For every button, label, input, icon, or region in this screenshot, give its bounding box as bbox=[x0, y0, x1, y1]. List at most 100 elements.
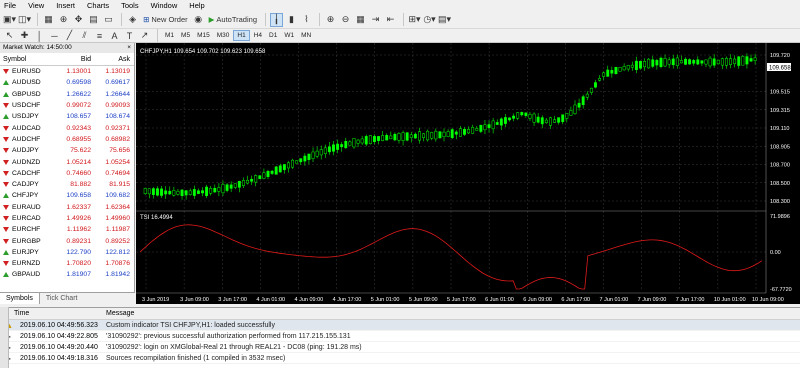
profiles-icon[interactable]: ◫▾ bbox=[18, 13, 31, 27]
tile-windows-icon[interactable]: ▦ bbox=[354, 13, 367, 27]
candle-body bbox=[602, 72, 606, 77]
log-time: ▪ 2019.06.10 04:49:18.316 bbox=[0, 354, 100, 363]
navigator-icon[interactable]: ✥ bbox=[72, 13, 85, 27]
candle-body bbox=[393, 133, 397, 141]
text-label-icon[interactable]: T bbox=[123, 29, 136, 43]
signals-icon[interactable]: ◉ bbox=[192, 13, 205, 27]
fibonacci-icon[interactable]: ≡ bbox=[93, 29, 106, 43]
market-watch-row[interactable]: EURCHF 1.11962 1.11987 bbox=[0, 224, 134, 235]
candle-body bbox=[540, 117, 544, 125]
trendline-icon[interactable]: ╱ bbox=[63, 29, 76, 43]
market-watch-row[interactable]: AUDUSD 0.69598 0.69617 bbox=[0, 77, 134, 88]
market-watch-row[interactable]: USDCHF 0.99072 0.99093 bbox=[0, 100, 134, 111]
symbol-cell: GBPAUD bbox=[0, 271, 50, 278]
market-watch-row[interactable]: USDJPY 108.657 108.674 bbox=[0, 111, 134, 122]
candle-body bbox=[499, 118, 503, 126]
vertical-line-icon[interactable]: │ bbox=[33, 29, 46, 43]
menu-insert[interactable]: Insert bbox=[56, 0, 75, 11]
bar-chart-icon[interactable]: ╽ bbox=[270, 12, 283, 27]
chart-shift-icon[interactable]: ⇤ bbox=[384, 13, 397, 27]
data-window-icon[interactable]: ⊕ bbox=[57, 13, 70, 27]
market-watch-row[interactable]: EURCAD 1.49926 1.49960 bbox=[0, 213, 134, 224]
market-watch-row[interactable]: EURAUD 1.62337 1.62364 bbox=[0, 202, 134, 213]
ask-cell: 1.26644 bbox=[105, 90, 130, 98]
timeframe-h4[interactable]: H4 bbox=[251, 31, 265, 40]
market-watch-row[interactable]: CHFJPY 109.658 109.682 bbox=[0, 190, 134, 201]
timeframe-m5[interactable]: M5 bbox=[178, 31, 193, 40]
price-chart[interactable]: CHFJPY,H1 109.654 109.702 109.623 109.65… bbox=[136, 43, 800, 304]
horizontal-line-icon[interactable]: ─ bbox=[48, 29, 61, 43]
tab-symbols[interactable]: Symbols bbox=[0, 293, 40, 304]
market-watch-row[interactable]: GBPAUD 1.81907 1.81942 bbox=[0, 269, 134, 280]
market-watch-row[interactable]: GBPUSD 1.26622 1.26644 bbox=[0, 89, 134, 100]
arrows-icon[interactable]: ↗ bbox=[138, 29, 151, 43]
auto-scroll-icon[interactable]: ⇥ bbox=[369, 13, 382, 27]
autotrading-icon: ▶ bbox=[208, 15, 215, 24]
timeframe-m1[interactable]: M1 bbox=[162, 31, 177, 40]
candle-body bbox=[667, 59, 671, 65]
log-row[interactable]: ▪ 2019.06.10 04:49:18.316 Sources recompil… bbox=[0, 353, 800, 364]
autotrading-button[interactable]: ▶ AutoTrading bbox=[207, 13, 259, 27]
column-symbol[interactable]: Symbol bbox=[0, 56, 50, 63]
menu-view[interactable]: View bbox=[28, 0, 44, 11]
menu-tools[interactable]: Tools bbox=[121, 0, 139, 11]
ask-cell: 0.74694 bbox=[105, 169, 130, 177]
log-row[interactable]: ▲ 2019.06.10 04:49:56.323 Custom indicator… bbox=[0, 320, 800, 331]
market-watch-row[interactable]: AUDJPY 75.622 75.656 bbox=[0, 145, 134, 156]
crosshair-icon[interactable]: ✚ bbox=[18, 29, 31, 43]
market-watch-row[interactable]: CADJPY 81.882 81.915 bbox=[0, 179, 134, 190]
strategy-tester-icon[interactable]: ▭ bbox=[102, 13, 115, 27]
column-ask[interactable]: Ask bbox=[93, 56, 133, 63]
log-row[interactable]: ▪ 2019.06.10 04:49:20.440 '31090292': logi… bbox=[0, 342, 800, 353]
log-time-text: 2019.06.10 04:49:18.316 bbox=[20, 354, 98, 362]
bid-cell: 81.882 bbox=[70, 181, 91, 189]
tab-tick-chart[interactable]: Tick Chart bbox=[40, 293, 84, 304]
column-message[interactable]: Message bbox=[100, 310, 134, 317]
menu-window[interactable]: Window bbox=[151, 0, 178, 11]
menu-file[interactable]: File bbox=[4, 0, 16, 11]
menu-help[interactable]: Help bbox=[189, 0, 204, 11]
close-icon[interactable]: × bbox=[127, 43, 131, 53]
menu-charts[interactable]: Charts bbox=[87, 0, 109, 11]
new-chart-icon[interactable]: ▣▾ bbox=[3, 13, 16, 27]
market-watch-row[interactable]: CADCHF 0.74660 0.74694 bbox=[0, 168, 134, 179]
market-watch-icon[interactable]: ▦ bbox=[42, 13, 55, 27]
indicators-icon[interactable]: ⊞▾ bbox=[408, 13, 421, 27]
log-row[interactable]: ▪ 2019.06.10 04:49:22.805 '31090292': prev… bbox=[0, 331, 800, 342]
zoom-out-icon[interactable]: ⊖ bbox=[339, 13, 352, 27]
templates-icon[interactable]: ▤▾ bbox=[438, 13, 451, 27]
market-watch-row[interactable]: EURUSD 1.13001 1.13019 bbox=[0, 66, 134, 77]
metaeditor-icon[interactable]: ◈ bbox=[126, 13, 139, 27]
timeframe-mn[interactable]: MN bbox=[298, 31, 314, 40]
market-watch-row[interactable]: AUDNZD 1.05214 1.05254 bbox=[0, 156, 134, 167]
current-price-label: 109.658 bbox=[769, 66, 791, 72]
column-time[interactable]: Time bbox=[0, 310, 100, 317]
text-tool-icon[interactable]: A bbox=[108, 29, 121, 43]
chart-window[interactable]: CHFJPY,H1 109.654 109.702 109.623 109.65… bbox=[136, 43, 800, 304]
market-watch-row[interactable]: AUDCAD 0.92343 0.92371 bbox=[0, 122, 134, 133]
timeframe-w1[interactable]: W1 bbox=[281, 31, 297, 40]
symbol-name: AUDUSD bbox=[12, 79, 41, 87]
column-bid[interactable]: Bid bbox=[50, 56, 93, 63]
timeframe-d1[interactable]: D1 bbox=[266, 31, 280, 40]
market-watch-row[interactable]: EURNZD 1.70820 1.70876 bbox=[0, 258, 134, 269]
timeframe-m30[interactable]: M30 bbox=[214, 31, 233, 40]
zoom-in-icon[interactable]: ⊕ bbox=[324, 13, 337, 27]
timeframe-m15[interactable]: M15 bbox=[194, 31, 213, 40]
equidistant-channel-icon[interactable]: ⫽ bbox=[78, 29, 91, 43]
ask-cell: 122.812 bbox=[105, 248, 130, 256]
terminal-icon[interactable]: ▤ bbox=[87, 13, 100, 27]
market-watch-row[interactable]: EURGBP 0.89231 0.89252 bbox=[0, 235, 134, 246]
market-watch-row[interactable]: AUDCHF 0.68955 0.68982 bbox=[0, 134, 134, 145]
line-chart-icon[interactable]: ⌇ bbox=[300, 13, 313, 27]
market-watch-row[interactable]: EURJPY 122.790 122.812 bbox=[0, 247, 134, 258]
candlestick-chart-icon[interactable]: ▮ bbox=[285, 13, 298, 27]
new-order-button[interactable]: ⊞ New Order bbox=[141, 13, 190, 27]
candle-body bbox=[745, 56, 749, 65]
cursor-icon[interactable]: ↖ bbox=[3, 29, 16, 43]
terminal-side-handle[interactable] bbox=[0, 307, 9, 368]
arrow-up-icon bbox=[3, 193, 9, 199]
periods-icon[interactable]: ◷▾ bbox=[423, 13, 436, 27]
timeframe-h1[interactable]: H1 bbox=[233, 30, 250, 41]
log-time-text: 2019.06.10 04:49:56.323 bbox=[20, 321, 98, 329]
